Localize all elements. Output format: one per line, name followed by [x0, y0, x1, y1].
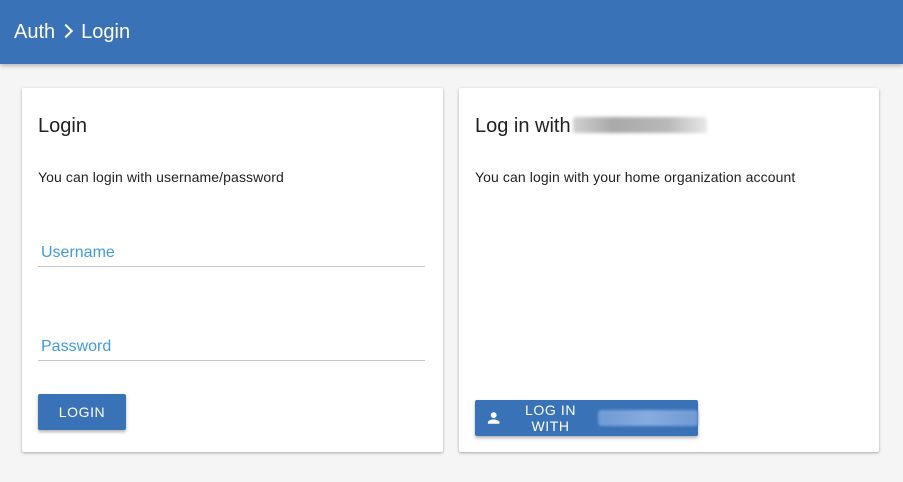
- breadcrumb-auth[interactable]: Auth: [14, 21, 55, 44]
- password-field: [38, 333, 425, 361]
- redacted-org-name-button: [597, 410, 698, 426]
- chevron-right-icon: [59, 23, 74, 39]
- org-card-description: You can login with your home organizatio…: [475, 169, 796, 185]
- breadcrumb-current: Login: [81, 20, 131, 43]
- login-card-description: You can login with username/password: [38, 169, 284, 185]
- org-login-button-label: LOG IN WITH: [525, 402, 577, 434]
- username-field: [38, 239, 425, 267]
- org-login-card: Log in with You can login with your home…: [459, 88, 879, 452]
- login-button[interactable]: LOGIN: [38, 394, 126, 430]
- redacted-org-name: [572, 117, 707, 133]
- password-input[interactable]: [38, 333, 425, 360]
- org-card-title: Log in with: [475, 115, 707, 138]
- person-icon: [487, 412, 500, 424]
- login-card: Login You can login with username/passwo…: [22, 88, 443, 452]
- login-card-title: Login: [38, 115, 87, 137]
- org-login-button[interactable]: LOG IN WITH: [475, 400, 698, 436]
- app-header: Auth Login: [0, 0, 903, 64]
- username-input[interactable]: [38, 239, 425, 266]
- org-card-title-text: Log in with: [475, 115, 571, 137]
